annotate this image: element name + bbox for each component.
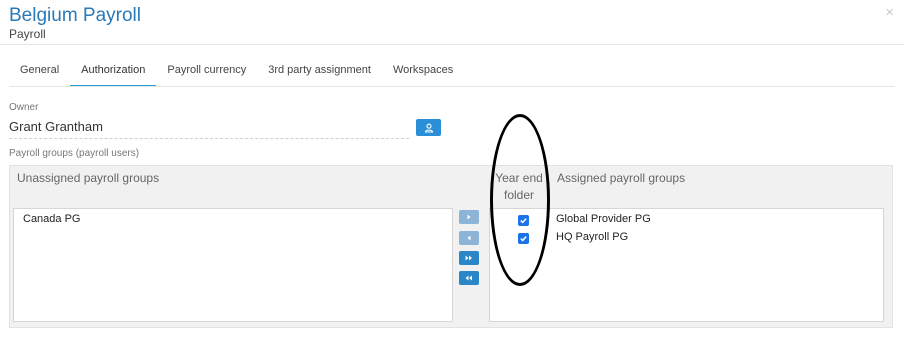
- header-divider: [0, 44, 904, 45]
- tab-payroll-currency[interactable]: Payroll currency: [156, 54, 257, 86]
- move-all-right-button[interactable]: [459, 251, 479, 265]
- tabs-divider: [9, 86, 895, 87]
- annotation-ellipse: [490, 114, 550, 286]
- dialog-subtitle: Payroll: [9, 27, 46, 41]
- close-icon[interactable]: ×: [885, 4, 894, 21]
- chevron-left-icon: [467, 235, 471, 241]
- tab-3rd-party-assignment[interactable]: 3rd party assignment: [257, 54, 382, 86]
- move-left-button[interactable]: [459, 231, 479, 245]
- unassigned-list[interactable]: Canada PG: [13, 208, 453, 322]
- double-chevron-right-icon: [465, 255, 472, 261]
- dialog-title: Belgium Payroll: [9, 5, 141, 26]
- user-icon: [424, 123, 433, 133]
- tab-bar: General Authorization Payroll currency 3…: [9, 54, 464, 87]
- unassigned-header: Unassigned payroll groups: [17, 171, 160, 185]
- tab-workspaces[interactable]: Workspaces: [382, 54, 464, 86]
- double-chevron-left-icon: [465, 275, 472, 281]
- move-all-left-button[interactable]: [459, 271, 479, 285]
- owner-label: Owner: [9, 102, 39, 113]
- assigned-header: Assigned payroll groups: [557, 171, 686, 185]
- payroll-groups-label: Payroll groups (payroll users): [9, 148, 140, 159]
- select-owner-button[interactable]: [416, 119, 441, 136]
- move-right-button[interactable]: [459, 210, 479, 224]
- list-item[interactable]: Global Provider PG: [556, 213, 651, 225]
- tab-general[interactable]: General: [9, 54, 70, 86]
- list-item[interactable]: HQ Payroll PG: [556, 231, 628, 243]
- tab-authorization[interactable]: Authorization: [70, 54, 157, 87]
- list-item[interactable]: Canada PG: [23, 213, 80, 225]
- owner-field[interactable]: Grant Grantham: [9, 119, 409, 139]
- chevron-right-icon: [467, 214, 471, 220]
